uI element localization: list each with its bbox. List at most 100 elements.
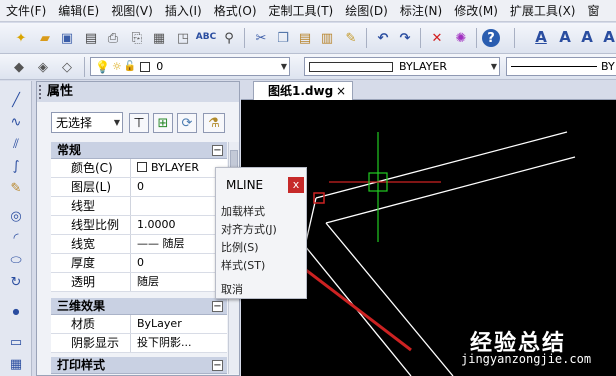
text-edit-icon[interactable]: A <box>556 28 574 46</box>
open-folder-icon[interactable]: ▰ <box>36 29 54 47</box>
select-objects-icon[interactable]: ⟳ <box>177 113 197 133</box>
text-justify-icon[interactable]: A <box>600 28 616 46</box>
circle-icon[interactable]: ◎ <box>7 207 25 225</box>
property-value: ByLayer <box>137 317 182 330</box>
text-scale-icon[interactable]: A <box>578 28 596 46</box>
layer-properties-icon[interactable]: ◆ <box>10 58 28 76</box>
save-as-icon[interactable]: ▤ <box>82 29 100 47</box>
undo-icon[interactable]: ↶ <box>374 29 392 47</box>
layer-state-icon[interactable]: ◇ <box>58 58 76 76</box>
selection-dropdown[interactable]: 无选择 ▼ <box>51 112 123 133</box>
property-value: 投下阴影... <box>137 336 192 349</box>
menu-format[interactable]: 格式(O) <box>208 2 263 19</box>
polyline-icon[interactable]: ∿ <box>7 113 25 131</box>
layer-dropdown[interactable]: 💡 ☼ 🔓 0 ▼ <box>90 57 290 76</box>
option-scale[interactable]: 比例(S) <box>221 239 259 255</box>
menu-custom-tools[interactable]: 定制工具(T) <box>263 2 340 19</box>
color-value: BYLAYER <box>151 161 200 174</box>
property-key: 材质 <box>51 315 131 333</box>
menu-modify[interactable]: 修改(M) <box>448 2 504 19</box>
option-load-style[interactable]: 加载样式 <box>221 203 265 219</box>
ellipse-icon[interactable]: ⬭ <box>7 251 25 269</box>
menu-insert[interactable]: 插入(I) <box>159 2 208 19</box>
linetype-value: BYLAYER <box>399 60 448 73</box>
property-value: 1.0000 <box>137 218 176 231</box>
save-icon[interactable]: ▣ <box>58 29 76 47</box>
plot-icon[interactable]: ▦ <box>150 29 168 47</box>
arc-icon[interactable]: ◜ <box>7 229 25 247</box>
linetype-dropdown[interactable]: BYLAYER ▼ <box>304 57 500 76</box>
tab-drawing1[interactable]: 图纸1.dwg × <box>253 81 353 100</box>
spell-check-icon[interactable]: ABC <box>196 28 216 46</box>
line-icon[interactable]: ╱ <box>7 91 25 109</box>
copy-icon[interactable]: ❐ <box>274 29 292 47</box>
menu-dimension[interactable]: 标注(N) <box>394 2 448 19</box>
toggle-pickadd-icon[interactable]: ⊤ <box>129 113 149 133</box>
linetype-swatch <box>309 61 393 72</box>
property-key: 透明 <box>51 273 131 291</box>
close-tab-icon[interactable]: × <box>336 82 346 100</box>
collapse-icon[interactable]: − <box>212 301 223 312</box>
cut-icon[interactable]: ✂ <box>252 29 270 47</box>
property-key: 线型 <box>51 197 131 215</box>
property-value <box>133 197 227 215</box>
menu-file[interactable]: 文件(F) <box>0 2 52 19</box>
property-key: 厚度 <box>51 254 131 272</box>
find-icon[interactable]: ⚲ <box>220 29 238 47</box>
option-style[interactable]: 样式(ST) <box>221 257 265 273</box>
lineweight-swatch <box>511 66 597 67</box>
property-row-thickness[interactable]: 厚度 0 <box>51 254 227 273</box>
menu-extended-tools[interactable]: 扩展工具(X) <box>504 2 582 19</box>
layer-previous-icon[interactable]: ◈ <box>34 58 52 76</box>
paste-icon[interactable]: ▤ <box>296 29 314 47</box>
print-preview-icon[interactable]: ⎘ <box>128 29 146 47</box>
rectangle-icon[interactable]: ▭ <box>7 333 25 351</box>
ray-icon[interactable]: ⫽ <box>7 135 25 153</box>
spline-icon[interactable]: ∫ <box>7 157 25 175</box>
section-general[interactable]: 常规 − <box>51 142 227 159</box>
menu-window[interactable]: 窗 <box>582 2 606 19</box>
print-icon[interactable]: ⎙ <box>104 29 122 47</box>
property-row-linetype[interactable]: 线型 <box>51 197 227 216</box>
revcloud-icon[interactable]: ↻ <box>7 273 25 291</box>
property-row-color[interactable]: 颜色(C) BYLAYER <box>51 159 227 178</box>
property-row-layer[interactable]: 图层(L) 0 <box>51 178 227 197</box>
text-style-icon[interactable]: A <box>532 28 550 46</box>
menu-draw[interactable]: 绘图(D) <box>339 2 394 19</box>
section-print-label: 打印样式 <box>57 358 106 372</box>
option-cancel[interactable]: 取消 <box>221 281 243 297</box>
new-file-icon[interactable]: ✦ <box>12 29 30 47</box>
zoom-document-icon[interactable]: ◳ <box>174 29 192 47</box>
point-icon[interactable]: ● <box>7 303 25 321</box>
properties-title-bar[interactable]: 属性 <box>37 82 239 102</box>
sketch-icon[interactable]: ✎ <box>7 179 25 197</box>
quick-select-icon[interactable]: ⚗ <box>203 113 225 133</box>
paste-special-icon[interactable]: ▥ <box>318 29 336 47</box>
layer-color-swatch <box>140 61 151 72</box>
section-print-style[interactable]: 打印样式 − <box>51 357 227 374</box>
collapse-icon[interactable]: − <box>212 145 223 156</box>
property-row-transparency[interactable]: 透明 随层 <box>51 273 227 292</box>
purge-icon[interactable]: ✺ <box>452 29 470 47</box>
layer-value: 0 <box>156 60 164 73</box>
panel-grip-icon[interactable] <box>39 85 43 99</box>
redo-icon[interactable]: ↷ <box>396 29 414 47</box>
match-properties-icon[interactable]: ✎ <box>342 29 360 47</box>
mline-outer <box>315 131 568 199</box>
option-justification[interactable]: 对齐方式(J) <box>221 221 277 237</box>
property-row-lineweight[interactable]: 线宽 —— 随层 <box>51 235 227 254</box>
table-icon[interactable]: ▦ <box>7 355 25 373</box>
section-3d-effects[interactable]: 三维效果 − <box>51 298 227 315</box>
property-row-shadow[interactable]: 阴影显示 投下阴影... <box>51 334 227 353</box>
menu-view[interactable]: 视图(V) <box>105 2 159 19</box>
lineweight-dropdown[interactable]: BY <box>506 57 616 76</box>
close-icon[interactable]: x <box>288 177 304 193</box>
property-row-material[interactable]: 材质 ByLayer <box>51 315 227 334</box>
help-icon[interactable]: ? <box>482 29 500 47</box>
collapse-icon[interactable]: − <box>212 360 223 371</box>
menu-edit[interactable]: 编辑(E) <box>52 2 105 19</box>
document-tab-bar: 图纸1.dwg × <box>241 81 616 100</box>
property-row-linetype-scale[interactable]: 线型比例 1.0000 <box>51 216 227 235</box>
erase-icon[interactable]: ✕ <box>428 29 446 47</box>
add-selection-icon[interactable]: ⊞ <box>153 113 173 133</box>
